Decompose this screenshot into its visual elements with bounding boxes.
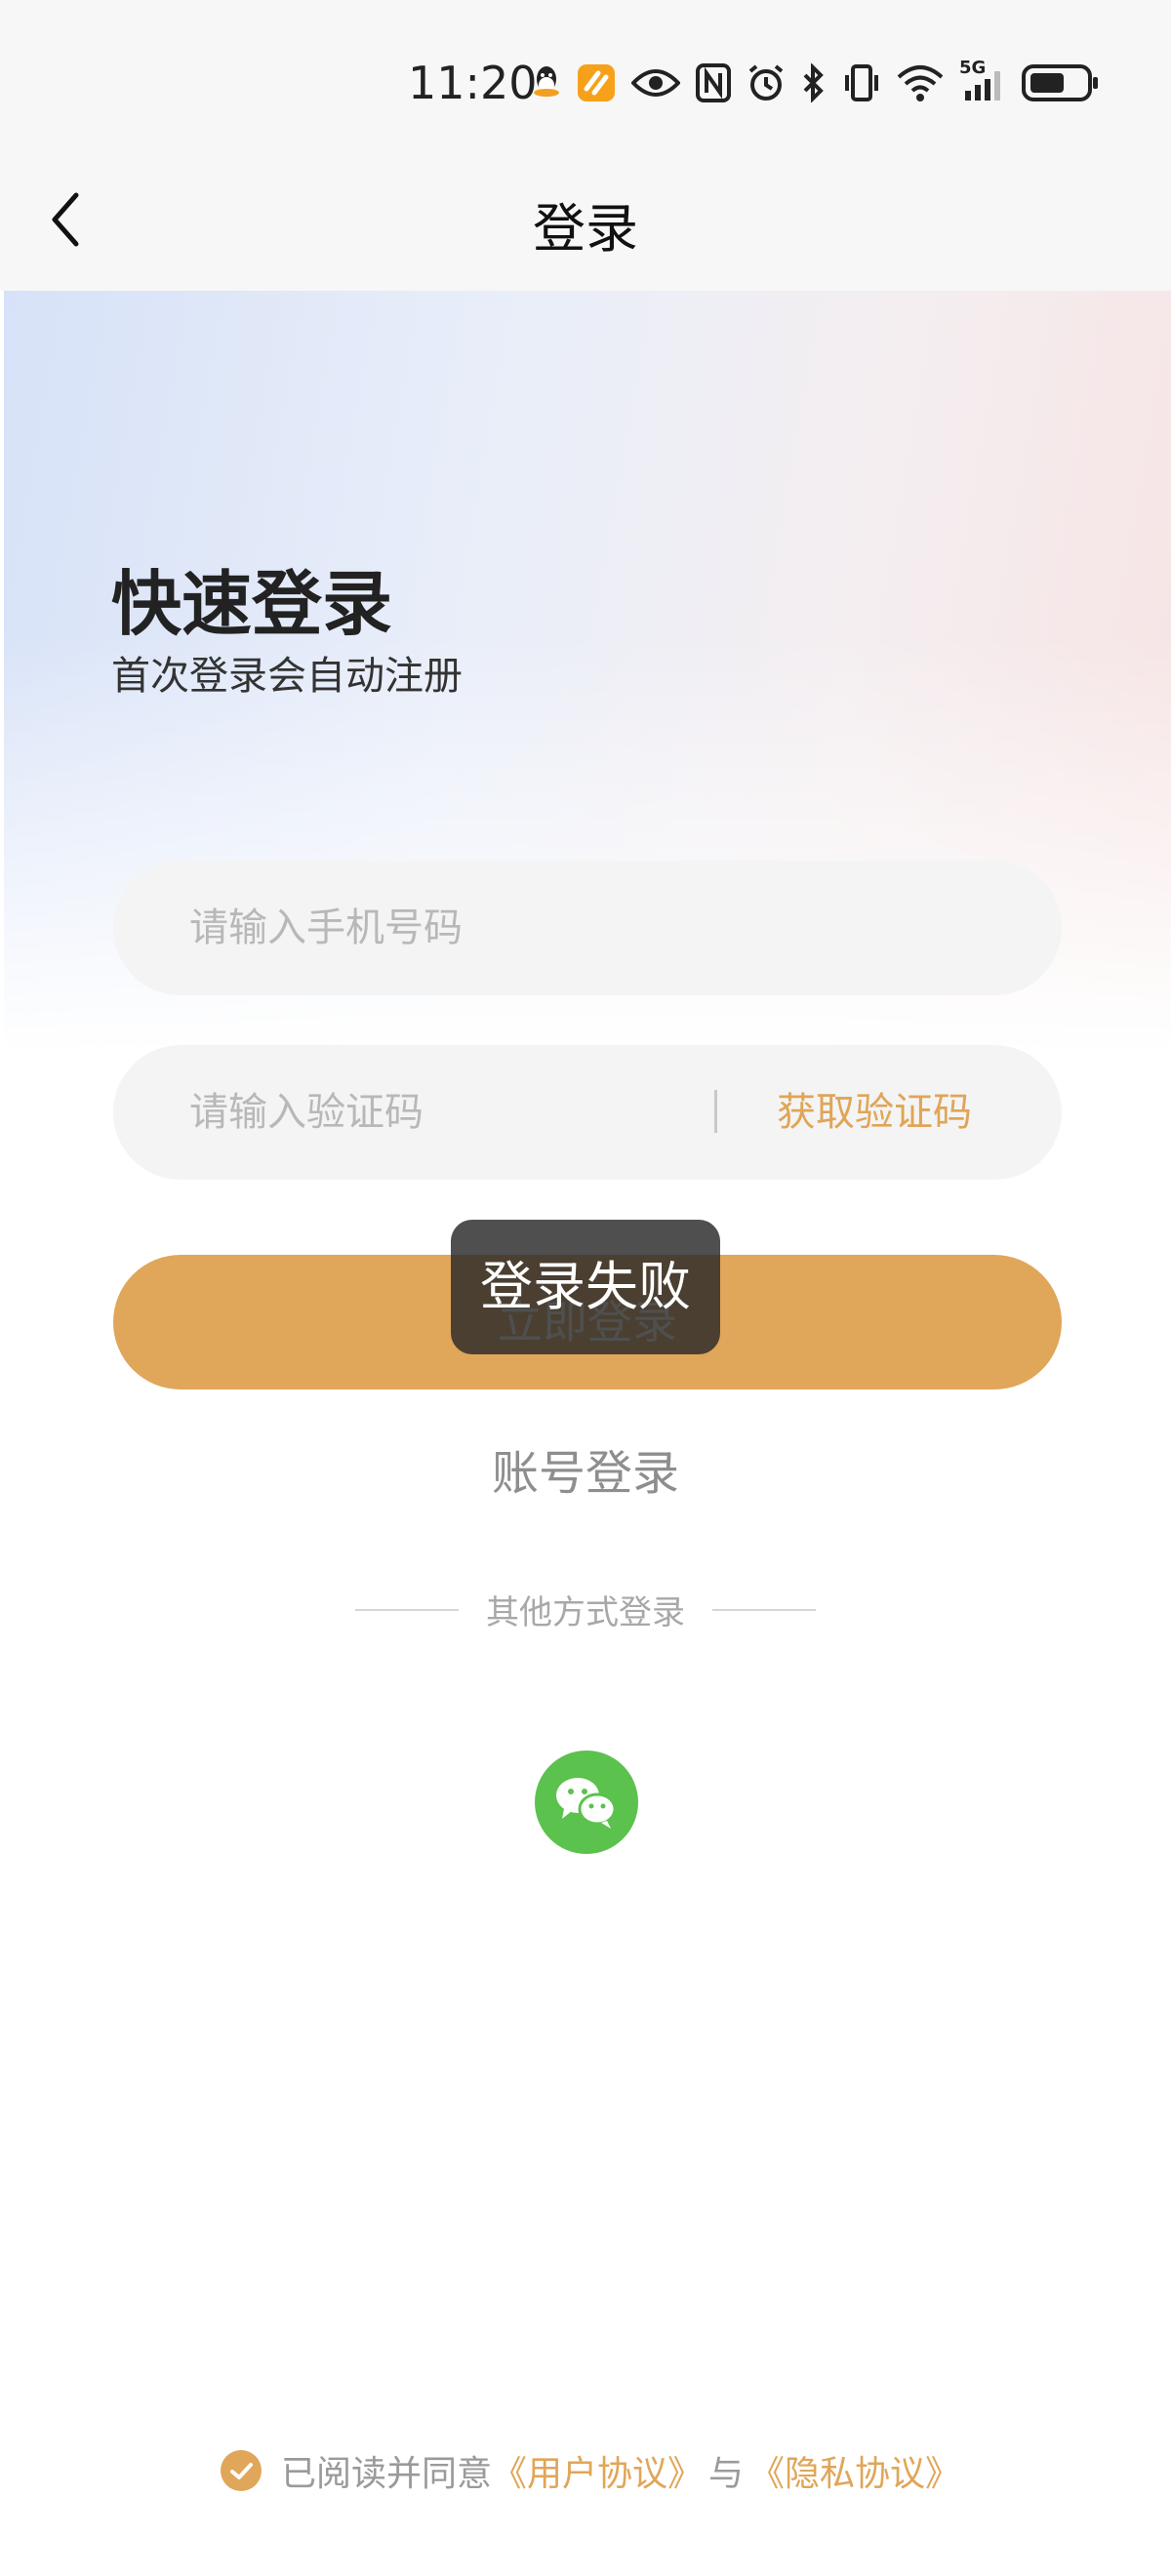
check-icon bbox=[230, 2463, 253, 2479]
agreement-conjunction: 与 bbox=[708, 2454, 745, 2494]
status-time: 11:20 bbox=[408, 57, 538, 109]
verification-code-input[interactable] bbox=[189, 1045, 775, 1180]
hero-title: 快速登录 bbox=[111, 563, 393, 645]
wechat-icon bbox=[556, 1778, 617, 1829]
agreement-prefix: 已阅读并同意 bbox=[281, 2454, 493, 2494]
agreement-checkbox[interactable] bbox=[221, 2450, 262, 2491]
privacy-agreement-link[interactable]: 《隐私协议》 bbox=[749, 2445, 960, 2496]
nfc-icon bbox=[696, 63, 731, 102]
account-login-link[interactable]: 账号登录 bbox=[0, 1434, 1171, 1503]
app-notification-icon bbox=[578, 64, 615, 101]
status-bar: 11:20 5G bbox=[0, 0, 1171, 146]
other-login-methods-divider: 其他方式登录 bbox=[0, 1586, 1171, 1633]
divider-line-right bbox=[712, 1608, 816, 1611]
agreement-row: 已阅读并同意 《用户协议》 与 《隐私协议》 bbox=[221, 2445, 960, 2496]
5g-signal-icon: 5G bbox=[959, 58, 1006, 102]
wechat-login-button[interactable] bbox=[535, 1751, 638, 1854]
get-code-button[interactable]: 获取验证码 bbox=[777, 1045, 972, 1180]
login-page: 11:20 5G 登录 快速登录 首次登录会自动注册 请输入手机号码 请输入验证… bbox=[0, 0, 1171, 2576]
status-icons: 5G bbox=[532, 58, 1100, 107]
eye-icon bbox=[631, 69, 680, 97]
divider-line-left bbox=[355, 1608, 459, 1611]
code-divider bbox=[714, 1090, 717, 1133]
code-field[interactable]: 获取验证码 bbox=[113, 1045, 1062, 1180]
toast-message: 登录失败 bbox=[451, 1220, 720, 1354]
page-title: 登录 bbox=[533, 198, 638, 260]
qq-icon bbox=[534, 66, 559, 97]
user-agreement-link[interactable]: 《用户协议》 bbox=[492, 2445, 703, 2496]
other-methods-label: 其他方式登录 bbox=[486, 1593, 685, 1632]
nav-bar: 登录 bbox=[0, 146, 1171, 291]
phone-field[interactable] bbox=[113, 861, 1062, 995]
vibrate-icon bbox=[845, 64, 878, 101]
hero-subtitle: 首次登录会自动注册 bbox=[111, 654, 463, 699]
battery-icon bbox=[1022, 64, 1098, 101]
phone-input[interactable] bbox=[189, 861, 989, 995]
wifi-icon bbox=[897, 65, 944, 101]
alarm-icon bbox=[748, 64, 784, 101]
bluetooth-icon bbox=[803, 63, 824, 102]
